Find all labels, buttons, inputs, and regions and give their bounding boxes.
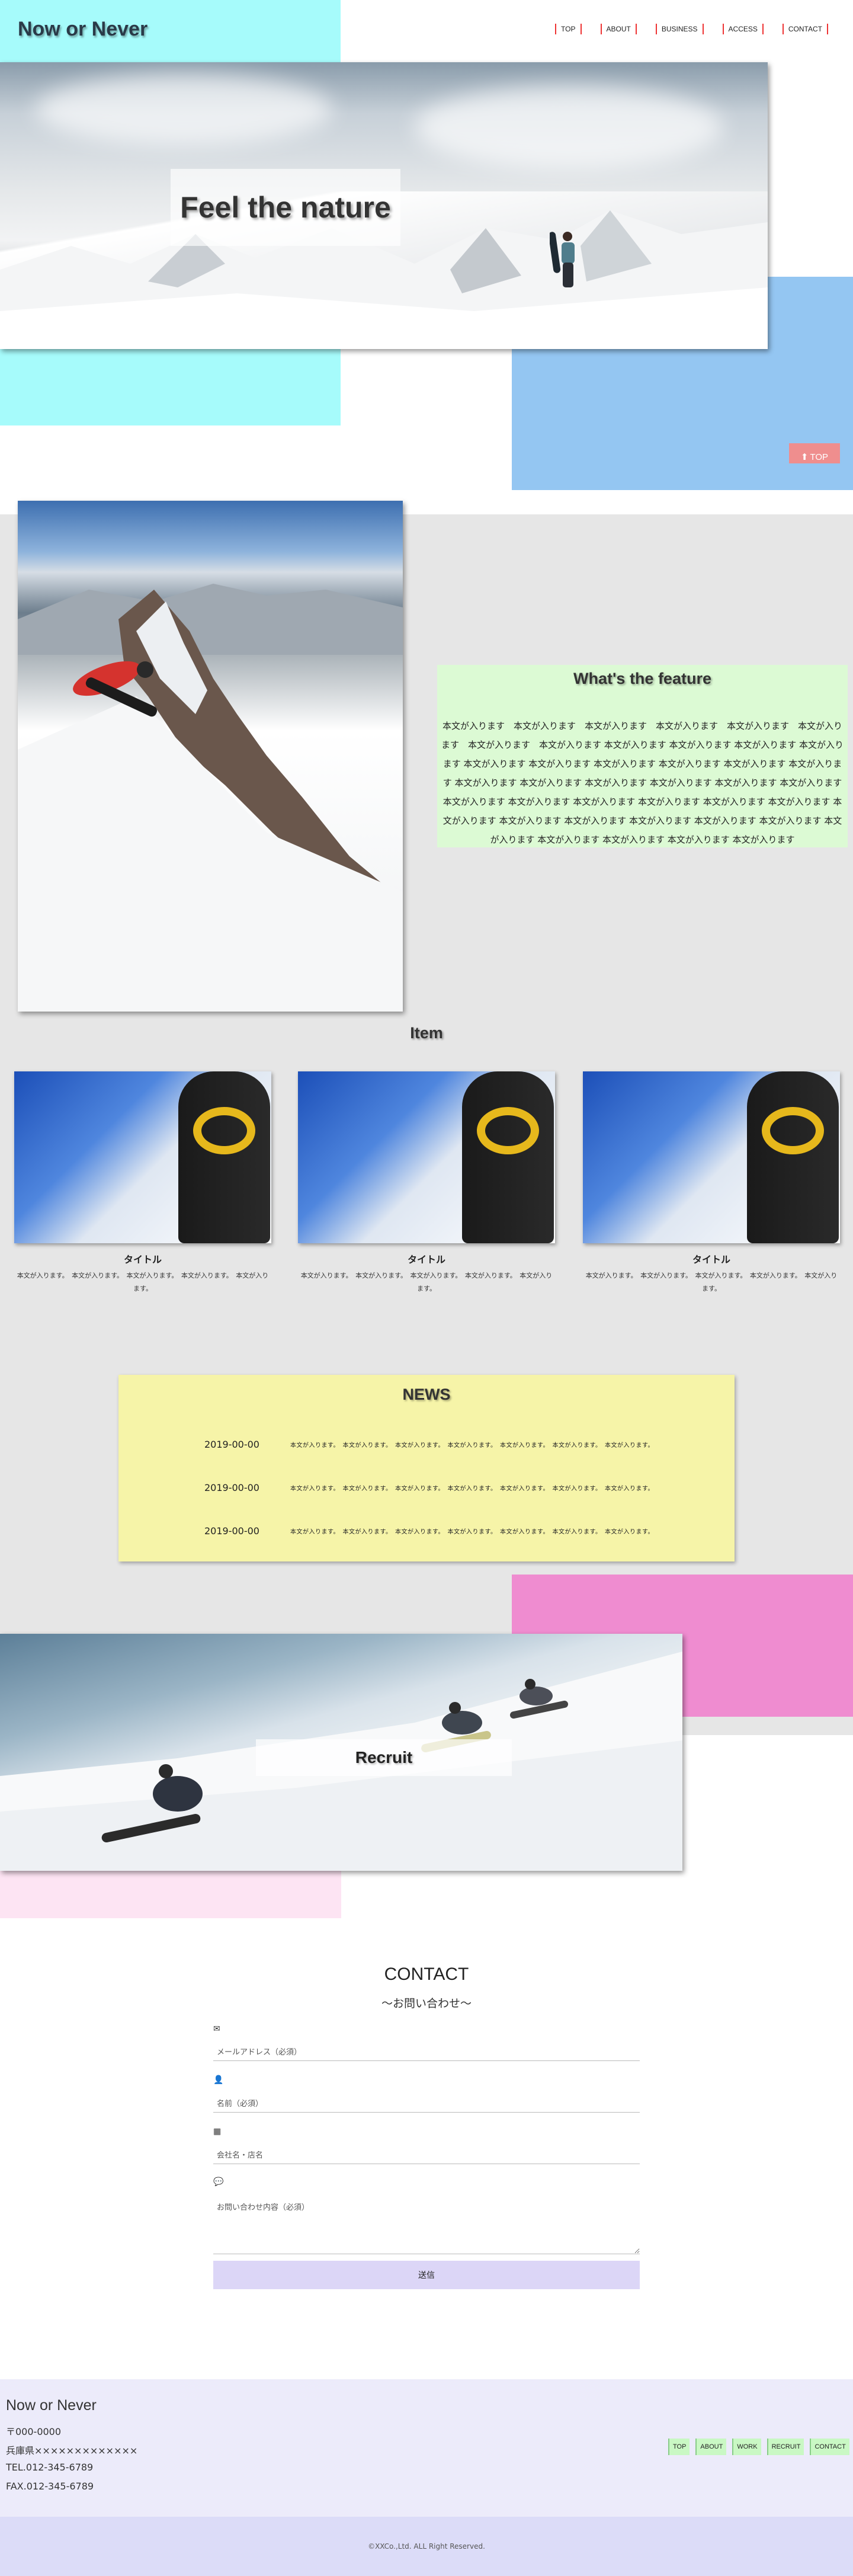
submit-button[interactable]: 送信 <box>213 2261 640 2289</box>
footer-logo[interactable]: Now or Never <box>6 2397 97 2414</box>
item-card[interactable]: タイトル 本文が入ります。 本文が入ります。 本文が入ります。 本文が入ります。… <box>583 1071 840 1295</box>
building-icon: ▦ <box>213 2127 222 2136</box>
footer-nav: TOP ABOUT WORK RECRUIT CONTACT <box>668 2439 849 2455</box>
item-title: タイトル <box>407 1254 445 1265</box>
back-to-top-button[interactable]: ⬆ TOP <box>789 443 840 463</box>
nav-item-contact[interactable]: CONTACT <box>782 24 828 34</box>
feature-title: What's the feature <box>573 670 711 687</box>
news-text: 本文が入ります。 本文が入ります。 本文が入ります。 本文が入ります。 本文が入… <box>290 1486 654 1492</box>
news-date: 2019-00-00 <box>204 1525 259 1537</box>
item-title: タイトル <box>123 1254 162 1265</box>
contact-subheading: 〜お問い合わせ〜 <box>381 1997 472 2010</box>
item-card[interactable]: タイトル 本文が入ります。 本文が入ります。 本文が入ります。 本文が入ります。… <box>14 1071 271 1295</box>
news-panel: NEWS 2019-00-00 本文が入ります。 本文が入ります。 本文が入りま… <box>118 1375 735 1561</box>
message-field[interactable] <box>213 2197 640 2254</box>
item-card[interactable]: タイトル 本文が入ります。 本文が入ります。 本文が入ります。 本文が入ります。… <box>298 1071 555 1295</box>
news-entry[interactable]: 2019-00-00 本文が入ります。 本文が入ります。 本文が入ります。 本文… <box>204 1482 654 1493</box>
footer-tel: TEL.012-345-6789 <box>6 2462 94 2473</box>
nav-item-about[interactable]: ABOUT <box>600 24 637 34</box>
footer-postal: 〒000-0000 <box>6 2426 62 2437</box>
item-image <box>583 1071 840 1243</box>
item-text: 本文が入ります。 本文が入ります。 本文が入ります。 本文が入ります。 本文が入… <box>17 1272 269 1292</box>
nav-item-top[interactable]: TOP <box>555 24 582 34</box>
footer-fax: FAX.012-345-6789 <box>6 2481 94 2492</box>
news-date: 2019-00-00 <box>204 1482 259 1493</box>
news-entry[interactable]: 2019-00-00 本文が入ります。 本文が入ります。 本文が入ります。 本文… <box>204 1439 654 1450</box>
nav-item-access[interactable]: ACCESS <box>722 24 764 34</box>
item-image <box>14 1071 271 1243</box>
site-logo[interactable]: Now or Never <box>18 18 147 41</box>
footer-nav-contact[interactable]: CONTACT <box>810 2439 849 2455</box>
envelope-icon: ✉ <box>213 2024 220 2034</box>
footer-nav-top[interactable]: TOP <box>668 2439 690 2455</box>
copyright: ©XXCo.,Ltd. ALL Right Reserved. <box>0 2517 853 2576</box>
news-text: 本文が入ります。 本文が入ります。 本文が入ります。 本文が入ります。 本文が入… <box>290 1442 654 1449</box>
arrow-up-circle-icon: ⬆ <box>800 452 809 462</box>
news-date: 2019-00-00 <box>204 1439 259 1450</box>
mountain-rock-graphic <box>18 584 403 1012</box>
snowboarder-figure <box>550 232 575 287</box>
global-nav: TOP ABOUT BUSINESS ACCESS CONTACT <box>555 24 828 34</box>
back-to-top-label: TOP <box>810 452 829 462</box>
name-field[interactable] <box>213 2096 640 2113</box>
contact-heading: CONTACT <box>384 1964 469 1984</box>
news-heading: NEWS <box>402 1385 451 1403</box>
item-text: 本文が入ります。 本文が入ります。 本文が入ります。 本文が入ります。 本文が入… <box>585 1272 838 1292</box>
feature-body: 本文が入ります 本文が入ります 本文が入ります 本文が入ります 本文が入ります … <box>441 721 844 845</box>
item-image <box>298 1071 555 1243</box>
feature-panel: What's the feature 本文が入ります 本文が入ります 本文が入り… <box>437 665 848 847</box>
comments-icon: 💬 <box>213 2177 224 2187</box>
nav-item-business[interactable]: BUSINESS <box>655 24 704 34</box>
user-icon: 👤 <box>213 2075 224 2085</box>
news-entry[interactable]: 2019-00-00 本文が入ります。 本文が入ります。 本文が入ります。 本文… <box>204 1525 654 1537</box>
hero-title: Feel the nature <box>171 169 400 246</box>
footer-address: 兵庫県××××××××××××× <box>6 2445 138 2456</box>
footer-nav-work[interactable]: WORK <box>732 2439 761 2455</box>
footer-nav-about[interactable]: ABOUT <box>695 2439 727 2455</box>
email-field[interactable] <box>213 2044 640 2061</box>
item-text: 本文が入ります。 本文が入ります。 本文が入ります。 本文が入ります。 本文が入… <box>300 1272 553 1292</box>
item-heading: Item <box>410 1024 443 1042</box>
company-field[interactable] <box>213 2148 640 2164</box>
item-title: タイトル <box>692 1254 730 1265</box>
snowboarder-mountain-photo <box>18 501 403 1012</box>
news-text: 本文が入ります。 本文が入ります。 本文が入ります。 本文が入ります。 本文が入… <box>290 1529 654 1535</box>
recruit-label[interactable]: Recruit <box>256 1739 512 1776</box>
light-pink-background-block <box>0 1871 341 1918</box>
footer-nav-recruit[interactable]: RECRUIT <box>767 2439 804 2455</box>
